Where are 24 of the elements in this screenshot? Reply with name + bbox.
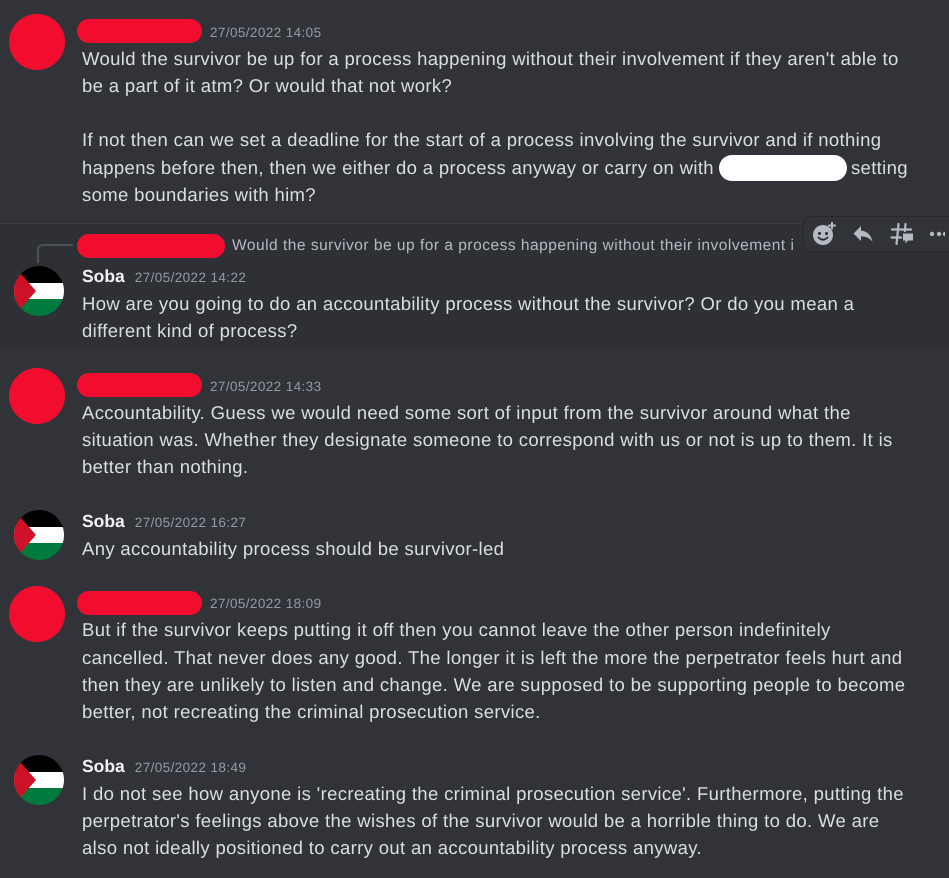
more-dots-icon [929,230,945,236]
username[interactable]: Soba [82,510,125,532]
reply-connector [37,244,73,262]
timestamp: 27/05/2022 14:05 [210,24,322,40]
flag-avatar-icon[interactable] [14,266,64,316]
reply-preview-text[interactable]: Would the survivor be up for a process happening without their involvement i [232,236,794,254]
flag-avatar-icon[interactable] [14,510,64,560]
timestamp: 27/05/2022 18:49 [134,758,246,774]
hashtag-bubble-icon [890,222,914,246]
message-text: Accountability. Guess we would need some sort of input from the survivor around what the situation was. Whether they designate someone to correspond with us or not is up to them. It is better than nothing. [82,400,894,480]
timestamp: 27/05/2022 14:22 [134,269,246,285]
flag-avatar-icon[interactable] [14,755,64,805]
smiley-plus-icon [812,222,836,246]
timestamp: 27/05/2022 14:33 [210,378,322,394]
message-text: If not then can we set a deadline for the start of a process involving the survivor and if nothing happens before then, then we either do a process anyway or carry on with setting some boundaries with him? [82,128,909,207]
message-text: But if the survivor keeps putting it off then you cannot leave the other person indefinitely cancelled. That never does any good. The longer it is left the more the perpetrator feels hurt and then they are unlikely to listen and change. We are supposed to be supporting people to become better, not recreating the criminal prosecution service. [82,618,906,724]
message-text: I do not see how anyone is 'recreating the criminal prosecution service'. Furthermore, putting the perpetrator's feelings above the wishes of the survivor would be a horrible thing to do. We are also not ideally positioned to carry out an accountability process anyway. [82,782,905,860]
message-text: Any accountability process should be survivor-led [82,536,506,561]
timestamp: 27/05/2022 18:09 [210,595,322,612]
timestamp: 27/05/2022 16:27 [134,514,246,530]
username[interactable]: Soba [82,266,125,287]
username[interactable]: Soba [82,756,125,776]
message-text: Would the survivor be up for a process happening without their involvement if they aren't able to be a part of it atm? Or would that not work? [82,46,900,98]
message-text: How are you going to do an accountability process without the survivor? Or do you mean a different kind of process? [82,292,856,344]
